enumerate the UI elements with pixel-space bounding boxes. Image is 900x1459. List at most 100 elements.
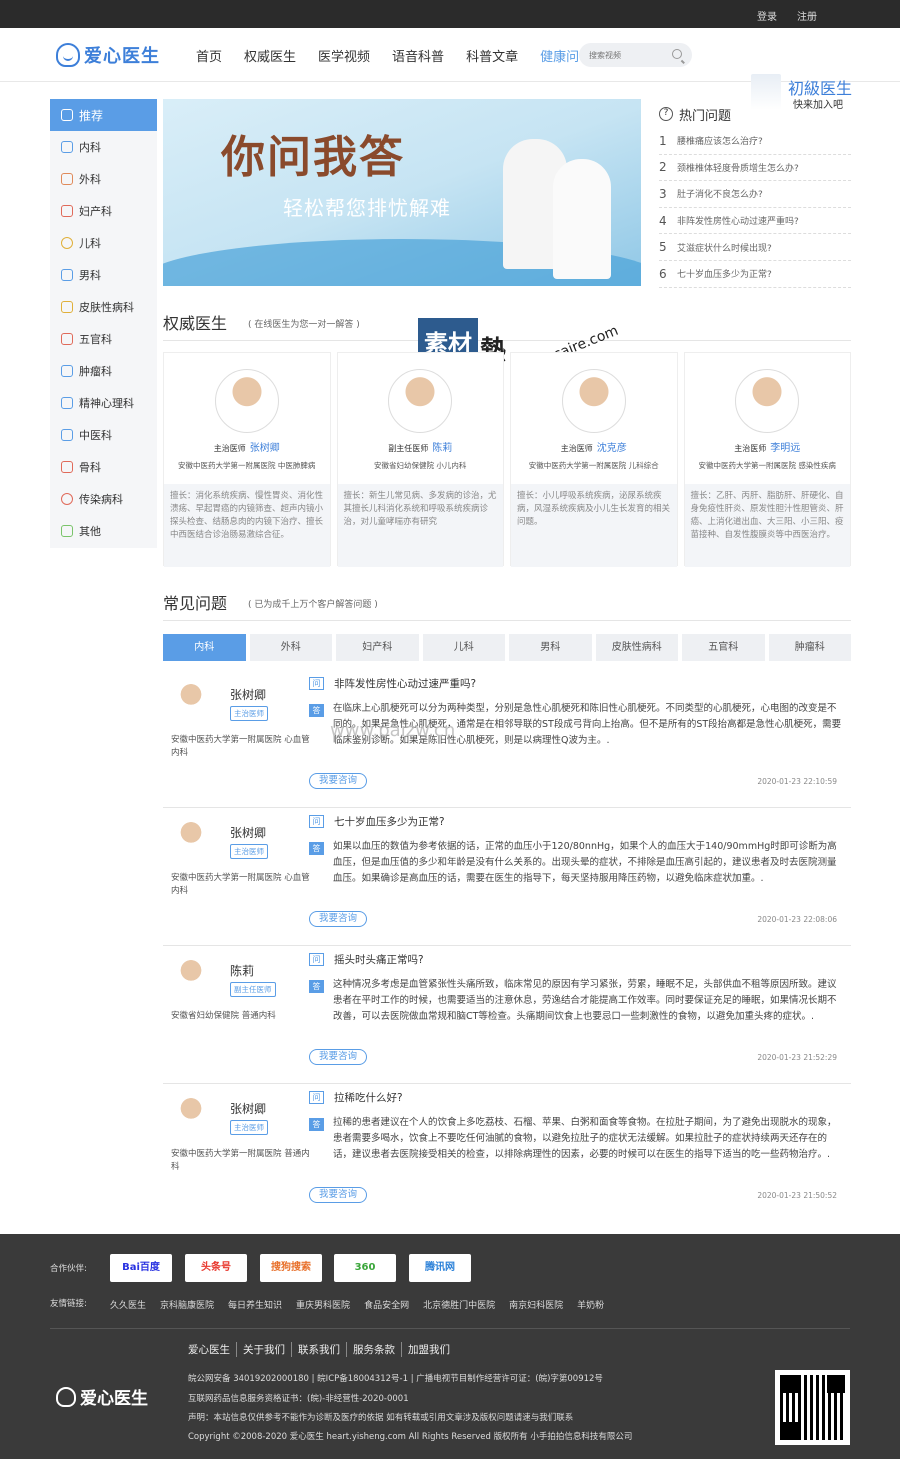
sidebar-item-internal[interactable]: 内科 [50,131,157,163]
friend-link[interactable]: 久久医生 [110,1298,146,1311]
doctor-card[interactable]: 主治医师 张树卿 安徽中医药大学第一附属医院 中医肺脾病 擅长：消化系统疾病、慢性… [163,352,331,567]
sidebar-item-dermatology[interactable]: 皮肤性病科 [50,291,157,323]
watermark-url: www.paizw.cn [330,720,456,741]
login-link[interactable]: 登录 [757,8,777,23]
tab-dermatology[interactable]: 皮肤性病科 [595,634,678,661]
nav-videos[interactable]: 医学视频 [318,46,370,65]
nav-articles[interactable]: 科普文章 [466,46,518,65]
doctor-name[interactable]: 陈莉 [432,443,452,454]
nav-audio[interactable]: 语音科普 [392,46,444,65]
consult-button[interactable]: 我要咨询 [309,1049,367,1065]
friend-link[interactable]: 京科脑康医院 [160,1298,214,1311]
sidebar-item-label: 皮肤性病科 [79,301,134,314]
doctor-card[interactable]: 副主任医师 陈莉 安徽省妇幼保健院 小儿内科 擅长：新生儿常见病、多发病的诊治，尤… [336,352,504,567]
doctor-name[interactable]: 李明远 [770,443,800,454]
friend-link[interactable]: 食品安全网 [364,1298,409,1311]
friend-link[interactable]: 北京德胜门中医院 [423,1298,495,1311]
footer-logo[interactable]: 爱心医生 [56,1384,148,1409]
register-link[interactable]: 注册 [797,8,817,23]
hero-banner[interactable]: 你问我答 轻松帮您排忧解难 [163,99,641,286]
sidebar-item-pediatrics[interactable]: 儿科 [50,227,157,259]
friend-link[interactable]: 羊奶粉 [577,1298,604,1311]
search-icon[interactable] [672,49,682,59]
hot-question-item[interactable]: 4 非阵发性房性心动过速严重吗? [659,208,851,235]
question-line[interactable]: 问非阵发性房性心动过速严重吗? [309,676,476,691]
doctor-name[interactable]: 陈莉 [230,962,254,979]
doctor-name[interactable]: 张树卿 [230,824,266,841]
search-input[interactable] [579,43,659,67]
partner-toutiao[interactable]: 头条号 [185,1254,247,1282]
rank-number: 4 [659,213,667,228]
sidebar-item-psychiatry[interactable]: 精神心理科 [50,387,157,419]
sidebar-item-orthopedics[interactable]: 骨科 [50,451,157,483]
doctor-name[interactable]: 张树卿 [230,686,266,703]
hot-question-item[interactable]: 2 颈椎椎体轻度骨质增生怎么办? [659,155,851,182]
consult-button[interactable]: 我要咨询 [309,911,367,927]
sidebar-item-andrology[interactable]: 男科 [50,259,157,291]
footer-copyright: Copyright ©2008-2020 爱心医生 heart.yisheng.… [188,1432,633,1442]
partner-sogou[interactable]: 搜狗搜索 [260,1254,322,1282]
hot-question-item[interactable]: 3 肚子消化不良怎么办? [659,181,851,208]
nurse-illustration [553,159,611,279]
doctor-name[interactable]: 张树卿 [230,1100,266,1117]
rank-number: 6 [659,266,667,281]
tab-surgery[interactable]: 外科 [249,634,332,661]
sidebar-item-oncology[interactable]: 肿瘤科 [50,355,157,387]
doctor-card[interactable]: 主治医师 沈克彦 安徽中医药大学第一附属医院 儿科综合 擅长：小儿呼吸系统疾病，泌… [510,352,678,567]
sidebar-item-gynecology[interactable]: 妇产科 [50,195,157,227]
section-subtitle-doctors: ( 在线医生为您一对一解答 ) [248,320,360,330]
nav-home[interactable]: 首页 [196,46,222,65]
footer-link-contact[interactable]: 联系我们 [292,1342,347,1357]
question-line[interactable]: 问七十岁血压多少为正常? [309,814,445,829]
category-sidebar: 推荐 内科 外科 妇产科 儿科 男科 皮肤性病科 五官科 肿瘤科 精神心理科 中… [50,99,157,548]
qr-code [775,1370,850,1445]
tab-andrology[interactable]: 男科 [509,634,592,661]
sidebar-item-ent[interactable]: 五官科 [50,323,157,355]
question-line[interactable]: 问拉稀吃什么好? [309,1090,403,1105]
doctor-photo [173,679,209,723]
doctor-name[interactable]: 张树卿 [250,443,280,454]
consult-button[interactable]: 我要咨询 [309,773,367,789]
doctor-hospital: 安徽省妇幼保健院 小儿内科 [374,461,467,470]
sidebar-item-infectious[interactable]: 传染病科 [50,483,157,515]
tab-oncology[interactable]: 肿瘤科 [768,634,851,661]
friend-link[interactable]: 南京妇科医院 [509,1298,563,1311]
doctor-name-line: 主治医师 张树卿 [164,439,330,454]
doctor-card[interactable]: 主治医师 李明远 安徽中医药大学第一附属医院 感染性疾病 擅长：乙肝、丙肝、脂肪肝… [683,352,851,567]
tab-gynecology[interactable]: 妇产科 [336,634,419,661]
sidebar-item-other[interactable]: 其他 [50,515,157,547]
tab-internal[interactable]: 内科 [163,634,246,661]
doctor-hospital: 安徽中医药大学第一附属医院 感染性疾病 [698,461,836,470]
footer-link-home[interactable]: 爱心医生 [188,1342,237,1357]
sidebar-item-tcm[interactable]: 中医科 [50,419,157,451]
footer-link-about[interactable]: 关于我们 [237,1342,292,1357]
partner-qq[interactable]: 腾讯网 [409,1254,471,1282]
friend-link[interactable]: 每日养生知识 [228,1298,282,1311]
partner-baidu[interactable]: Bai百度 [110,1254,172,1282]
site-logo[interactable]: 爱心医生 [56,42,160,68]
partner-360[interactable]: 360 [334,1254,396,1282]
doctor-title: 副主任医师 [388,444,429,453]
hot-question-item[interactable]: 5 艾滋症状什么时候出现? [659,234,851,261]
doctor-name-line: 主治医师 李明远 [685,439,851,454]
consult-button[interactable]: 我要咨询 [309,1187,367,1203]
question-text[interactable]: 非阵发性房性心动过速严重吗? [334,676,476,691]
doctor-name[interactable]: 沈克彦 [597,443,627,454]
doctor-title: 主治医师 [734,444,767,453]
hot-question-item[interactable]: 1 腰椎痛应该怎么治疗? [659,128,851,155]
tab-ent[interactable]: 五官科 [682,634,765,661]
friend-link[interactable]: 重庆男科医院 [296,1298,350,1311]
footer-link-terms[interactable]: 服务条款 [347,1342,402,1357]
tab-pediatrics[interactable]: 儿科 [422,634,505,661]
divider [163,340,851,341]
hot-question-item[interactable]: 6 七十岁血压多少为正常? [659,261,851,288]
question-text[interactable]: 摇头时头痛正常吗? [334,952,424,967]
rank-number: 2 [659,160,667,175]
footer-link-join[interactable]: 加盟我们 [402,1342,456,1357]
question-text[interactable]: 七十岁血压多少为正常? [334,814,445,829]
question-line[interactable]: 问摇头时头痛正常吗? [309,952,424,967]
nav-doctors[interactable]: 权威医生 [244,46,296,65]
sidebar-item-recommend[interactable]: 推荐 [50,99,157,131]
question-text[interactable]: 拉稀吃什么好? [334,1090,403,1105]
sidebar-item-surgery[interactable]: 外科 [50,163,157,195]
